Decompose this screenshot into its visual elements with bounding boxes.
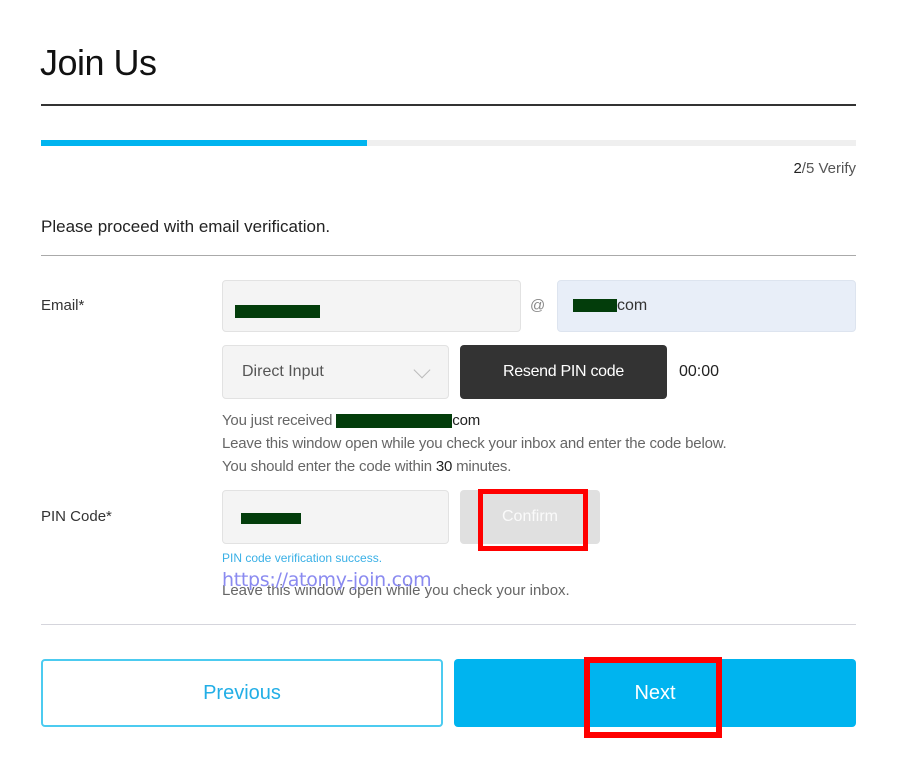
email-domain-input[interactable]: com	[557, 280, 856, 332]
chevron-down-icon	[413, 361, 431, 379]
domain-select[interactable]: Direct Input	[222, 345, 449, 399]
step-current: 2	[793, 160, 802, 177]
section-intro: Please proceed with email verification.	[41, 217, 331, 236]
progress-bar-fill	[41, 140, 367, 146]
pin-label: PIN Code*	[41, 508, 112, 525]
time-limit-suffix: minutes.	[452, 458, 512, 475]
leave-open-message: Leave this window open while you check y…	[222, 435, 727, 452]
time-limit-value: 30	[435, 458, 453, 475]
redacted-email-domain	[573, 299, 617, 313]
section-divider	[41, 255, 856, 256]
bottom-divider	[41, 624, 856, 625]
email-label: Email*	[41, 297, 85, 314]
confirm-highlight-box	[478, 489, 588, 551]
at-sign: @	[530, 297, 546, 314]
countdown-timer: 00:00	[679, 363, 720, 380]
received-prefix: You just received	[222, 412, 333, 429]
domain-select-value: Direct Input	[242, 363, 324, 380]
pin-input[interactable]	[222, 490, 449, 544]
step-rest: /5 Verify	[801, 160, 856, 177]
time-limit-message: You should enter the code within 30 minu…	[222, 458, 511, 475]
previous-button[interactable]: Previous	[41, 659, 443, 727]
next-highlight-box	[584, 657, 722, 738]
resend-pin-button[interactable]: Resend PIN code	[460, 345, 667, 399]
page-title: Join Us	[40, 42, 157, 83]
progress-bar	[41, 140, 856, 146]
watermark-url: https://atomy-join.com	[222, 569, 432, 591]
time-limit-prefix: You should enter the code within	[222, 458, 436, 475]
step-indicator: 2/5 Verify	[793, 160, 856, 177]
email-local-input[interactable]	[222, 280, 521, 332]
email-domain-suffix: com	[617, 297, 648, 314]
title-divider	[41, 104, 856, 106]
redacted-pin	[241, 513, 301, 524]
redacted-email-local	[235, 305, 320, 318]
redacted-email-address	[336, 414, 453, 429]
received-message: You just received com	[222, 412, 480, 429]
pin-success-message: PIN code verification success.	[222, 551, 383, 565]
received-suffix: com	[452, 412, 481, 429]
